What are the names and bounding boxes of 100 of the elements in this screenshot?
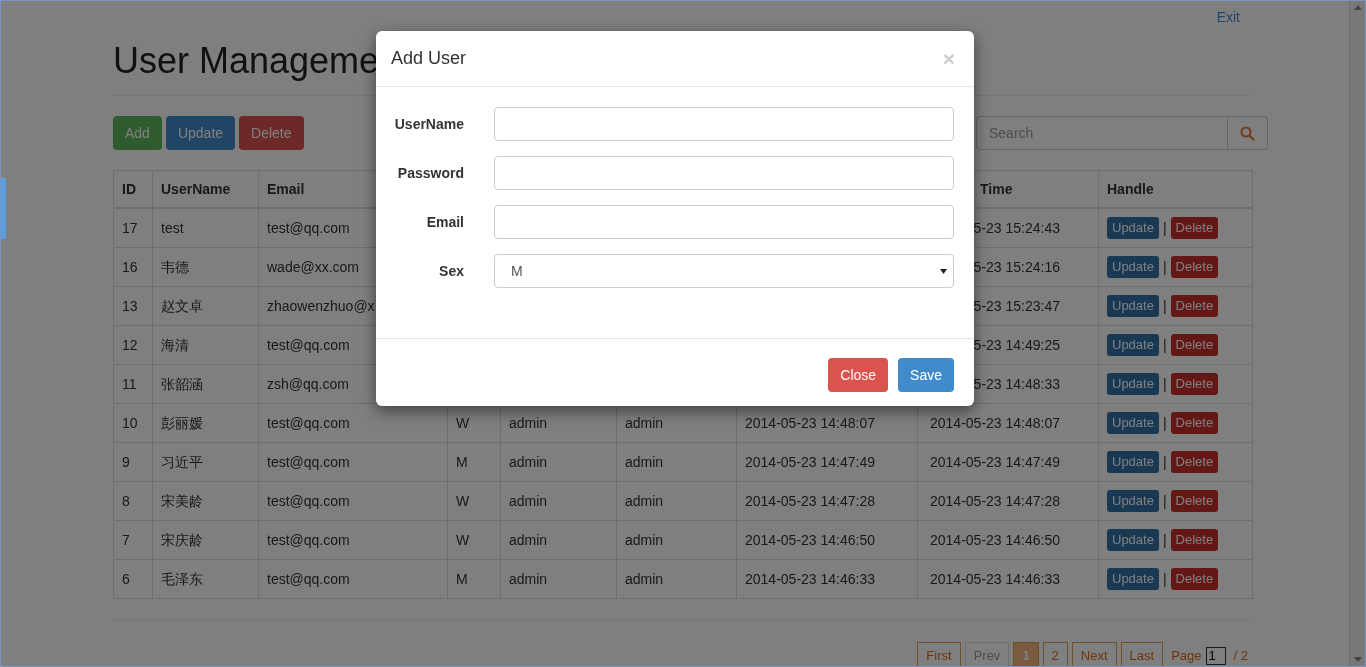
field-label: UserName [393, 116, 464, 132]
table-cell: admin [500, 481, 617, 521]
table-cell: 宋庆龄 [152, 520, 259, 560]
search-icon [1240, 125, 1255, 141]
row-update-button[interactable]: Update [1107, 412, 1159, 434]
row-delete-button[interactable]: Delete [1170, 529, 1219, 551]
table-cell: W [447, 520, 501, 560]
table-cell: 宋美龄 [152, 481, 259, 521]
table-cell: 2014-05-23 14:46:33 [917, 559, 1099, 599]
side-tab[interactable] [1, 178, 6, 239]
separator: | [1162, 570, 1167, 589]
table-cell: M [447, 559, 501, 599]
dialog-title: Add User [391, 48, 467, 69]
search-button[interactable] [1228, 116, 1268, 150]
table-cell: 毛泽东 [152, 559, 259, 599]
separator: | [1162, 219, 1167, 238]
table-cell: 2014-05-23 14:46:50 [917, 520, 1099, 560]
table-cell: 2014-05-23 14:46:50 [736, 520, 918, 560]
table-cell: test@qq.com [258, 481, 448, 521]
page-number-field[interactable]: 1 [1205, 646, 1226, 665]
separator: | [1162, 375, 1167, 394]
page-button[interactable]: Next [1071, 642, 1117, 666]
row-delete-button[interactable]: Delete [1170, 334, 1219, 356]
table-cell: 8 [113, 481, 153, 521]
save-button[interactable]: Save [898, 358, 954, 392]
table-cell: 17 [113, 208, 153, 248]
table-cell: 韦德 [152, 247, 259, 287]
table-cell: 赵文卓 [152, 286, 259, 326]
separator: | [1162, 492, 1167, 511]
row-delete-button[interactable]: Delete [1170, 256, 1219, 278]
table-cell: test@qq.com [258, 559, 448, 599]
table-cell: test [152, 208, 259, 248]
row-update-button[interactable]: Update [1107, 295, 1159, 317]
row-update-button[interactable]: Update [1107, 334, 1159, 356]
delete-button[interactable]: Delete [239, 116, 304, 150]
table-cell: 彭丽媛 [152, 403, 259, 443]
page-label: Page [1171, 648, 1202, 663]
row-update-button[interactable]: Update [1107, 568, 1159, 590]
page-button[interactable]: Last [1120, 642, 1164, 666]
page-button[interactable]: 2 [1042, 642, 1068, 666]
row-delete-button[interactable]: Delete [1170, 412, 1219, 434]
sex-select[interactable]: M [494, 254, 954, 288]
row-update-button[interactable]: Update [1107, 490, 1159, 512]
row-delete-button[interactable]: Delete [1170, 451, 1219, 473]
table-cell: 2014-05-23 14:46:33 [736, 559, 918, 599]
page-title: User Manageme [113, 39, 380, 83]
page-total: / 2 [1233, 648, 1248, 663]
input-field[interactable] [494, 205, 954, 239]
table-cell: 6 [113, 559, 153, 599]
table-cell: 11 [113, 364, 153, 404]
separator: | [1162, 297, 1167, 316]
table-cell: 9 [113, 442, 153, 482]
separator: | [1162, 258, 1167, 277]
exit-link[interactable]: Exit [1216, 9, 1240, 27]
table-cell: 习近平 [152, 442, 259, 482]
caret-icon [940, 268, 947, 274]
table-cell: 12 [113, 325, 153, 365]
input-field[interactable] [494, 107, 954, 141]
row-delete-button[interactable]: Delete [1170, 568, 1219, 590]
table-cell: 10 [113, 403, 153, 443]
table-cell: M [447, 442, 501, 482]
scroll-up-icon[interactable] [1353, 5, 1362, 10]
table-cell: 2014-05-23 14:47:28 [736, 481, 918, 521]
table-cell: 2014-05-23 14:47:28 [917, 481, 1099, 521]
row-delete-button[interactable]: Delete [1170, 217, 1219, 239]
column-header: UserName [152, 170, 259, 208]
update-button[interactable]: Update [165, 116, 236, 150]
page-button[interactable]: First [917, 642, 961, 666]
close-button[interactable]: × [938, 46, 959, 71]
table-cell: admin [616, 481, 737, 521]
table-cell: 2014-05-23 14:47:49 [736, 442, 918, 482]
close-dialog-button[interactable]: Close [828, 358, 889, 392]
table-cell: admin [500, 559, 617, 599]
table-cell: 7 [113, 520, 153, 560]
row-update-button[interactable]: Update [1107, 256, 1159, 278]
table-cell: test@qq.com [258, 520, 448, 560]
row-update-button[interactable]: Update [1107, 217, 1159, 239]
input-field[interactable] [494, 156, 954, 190]
separator: | [1162, 453, 1167, 472]
row-update-button[interactable]: Update [1107, 529, 1159, 551]
row-delete-button[interactable]: Delete [1170, 490, 1219, 512]
separator: | [1162, 336, 1167, 355]
table-cell: 2014-05-23 14:47:49 [917, 442, 1099, 482]
table-cell: 海清 [152, 325, 259, 365]
table-cell: 16 [113, 247, 153, 287]
separator: | [1162, 531, 1167, 550]
table-cell: admin [616, 442, 737, 482]
table-cell: W [447, 481, 501, 521]
column-header: ID [113, 170, 153, 208]
table-cell: admin [500, 520, 617, 560]
table-cell: admin [500, 442, 617, 482]
row-update-button[interactable]: Update [1107, 451, 1159, 473]
table-cell: admin [616, 559, 737, 599]
table-cell: 13 [113, 286, 153, 326]
add-button[interactable]: Add [113, 116, 162, 150]
row-update-button[interactable]: Update [1107, 373, 1159, 395]
table-cell: 张韶涵 [152, 364, 259, 404]
row-delete-button[interactable]: Delete [1170, 295, 1219, 317]
scroll-down-icon[interactable] [1353, 657, 1362, 662]
row-delete-button[interactable]: Delete [1170, 373, 1219, 395]
